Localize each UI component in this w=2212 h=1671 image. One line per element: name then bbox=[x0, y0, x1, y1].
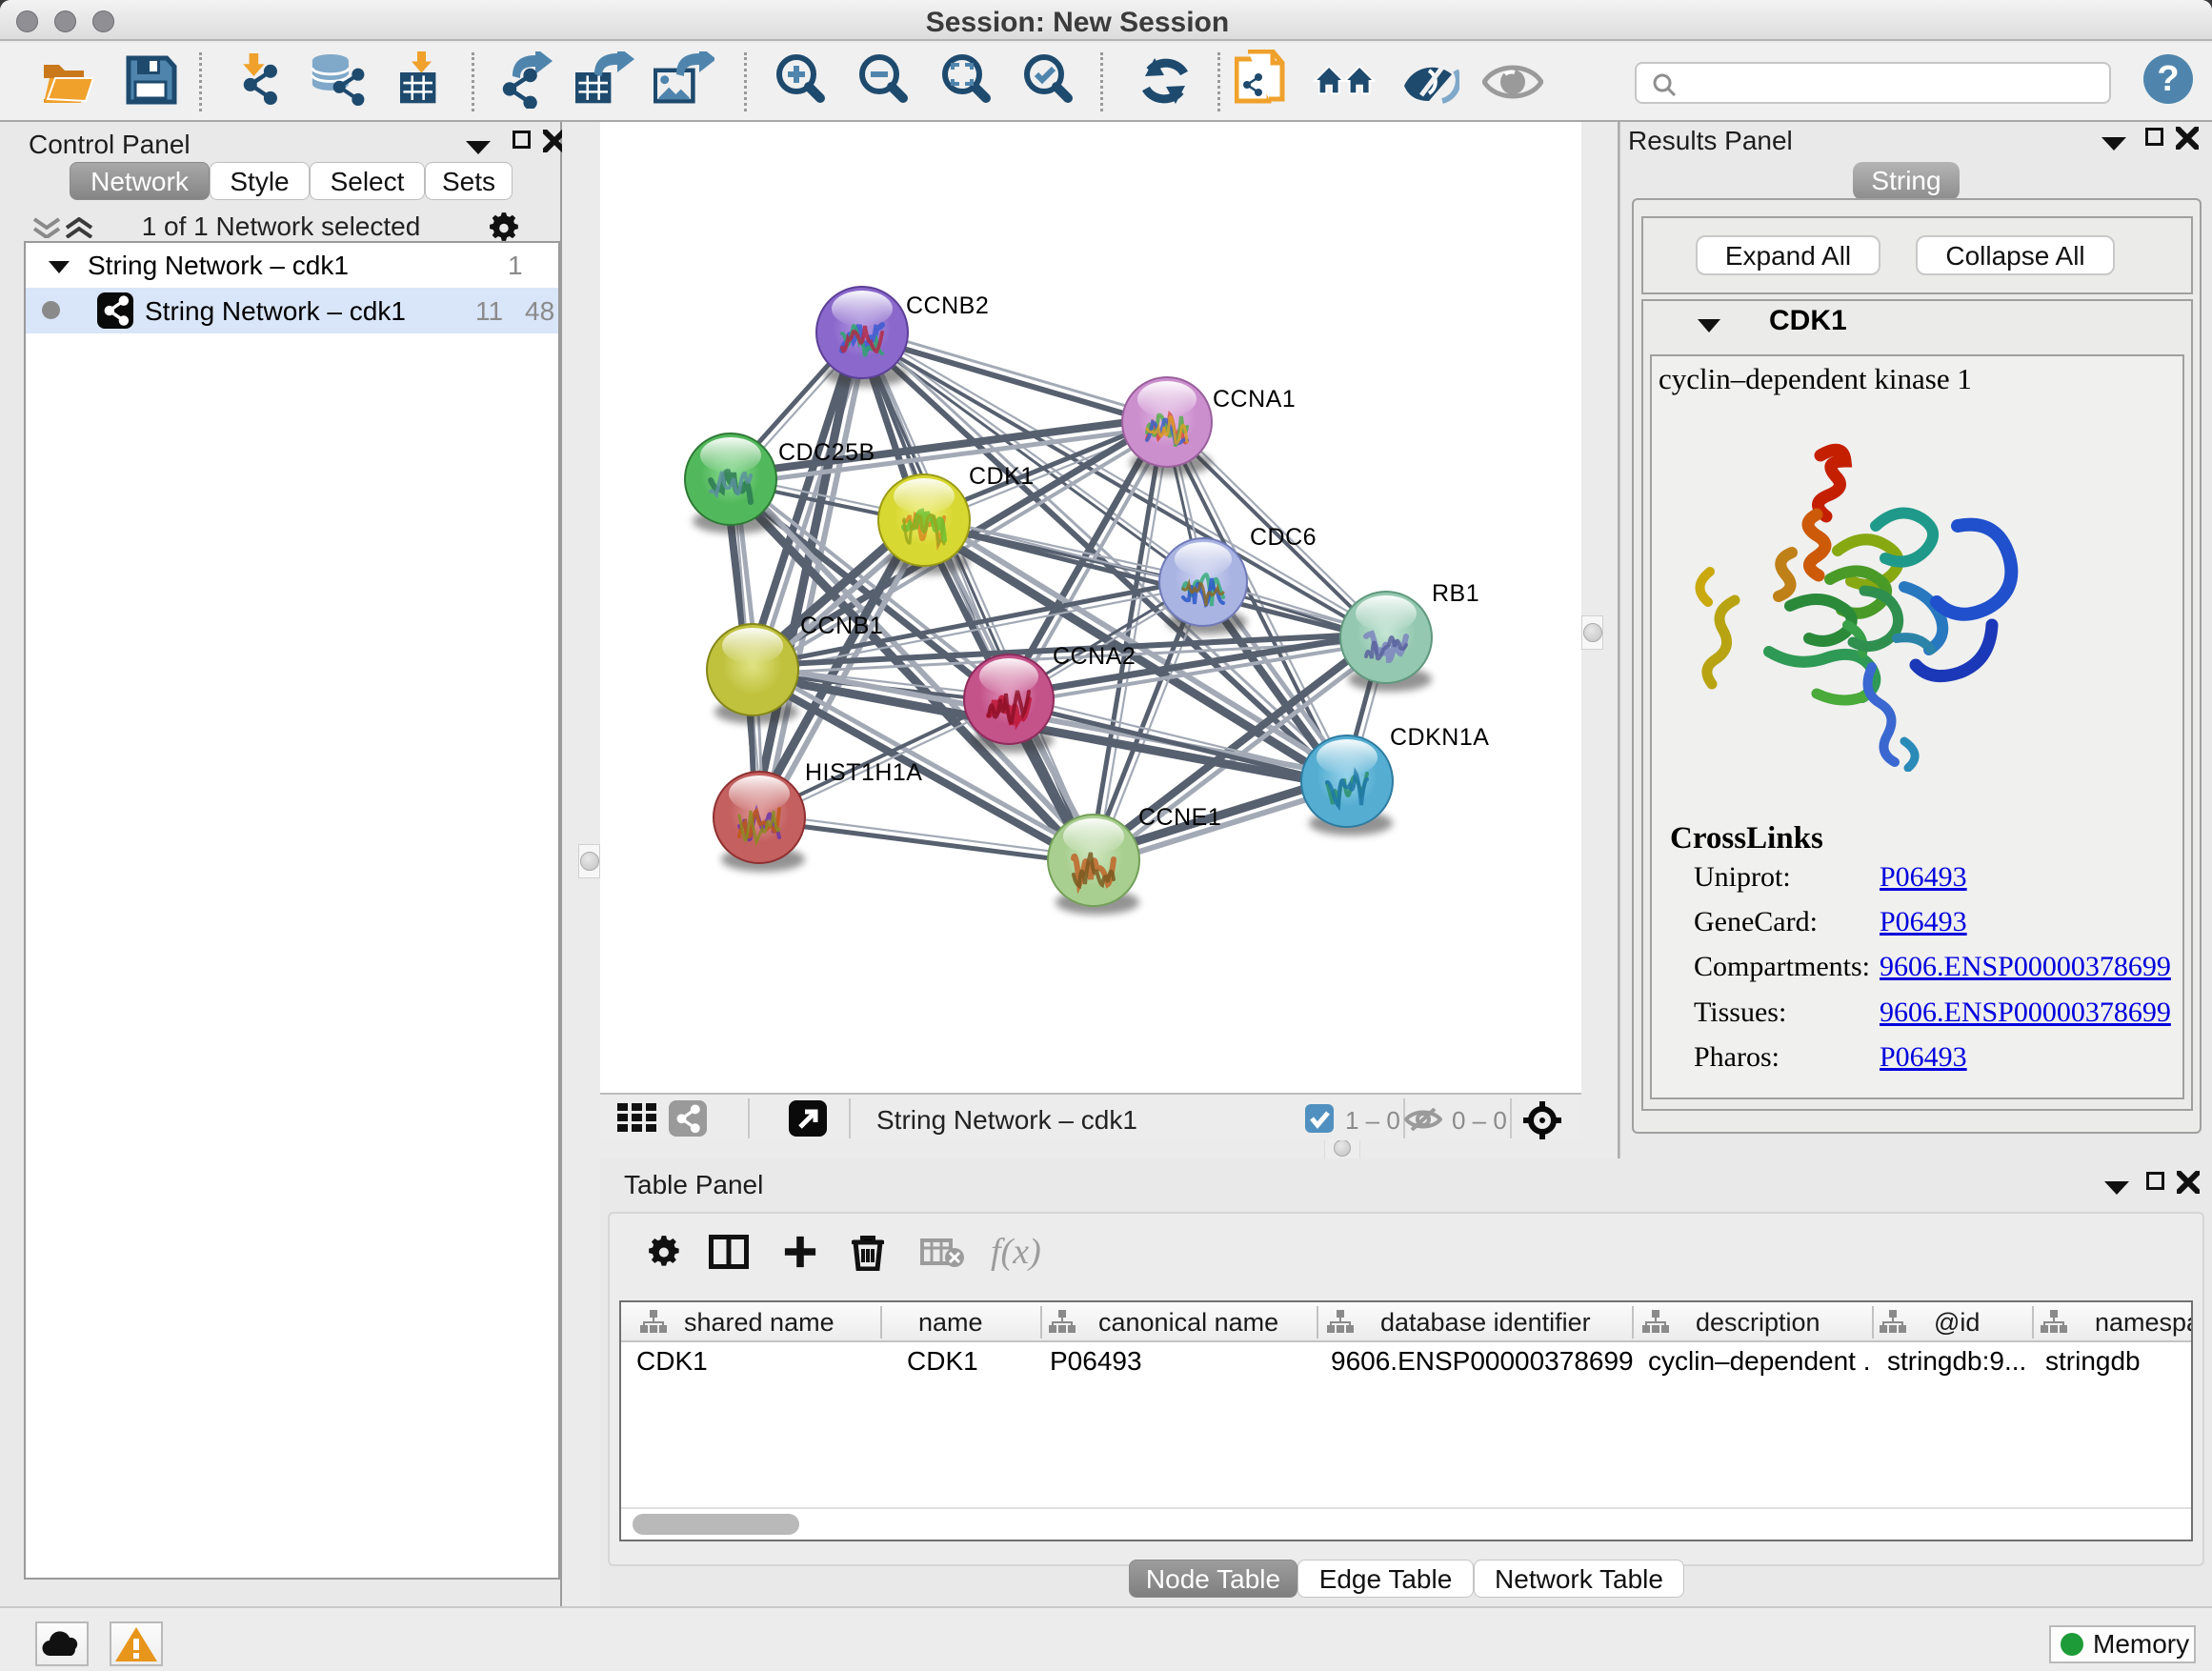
svg-text:?: ? bbox=[2157, 59, 2179, 99]
